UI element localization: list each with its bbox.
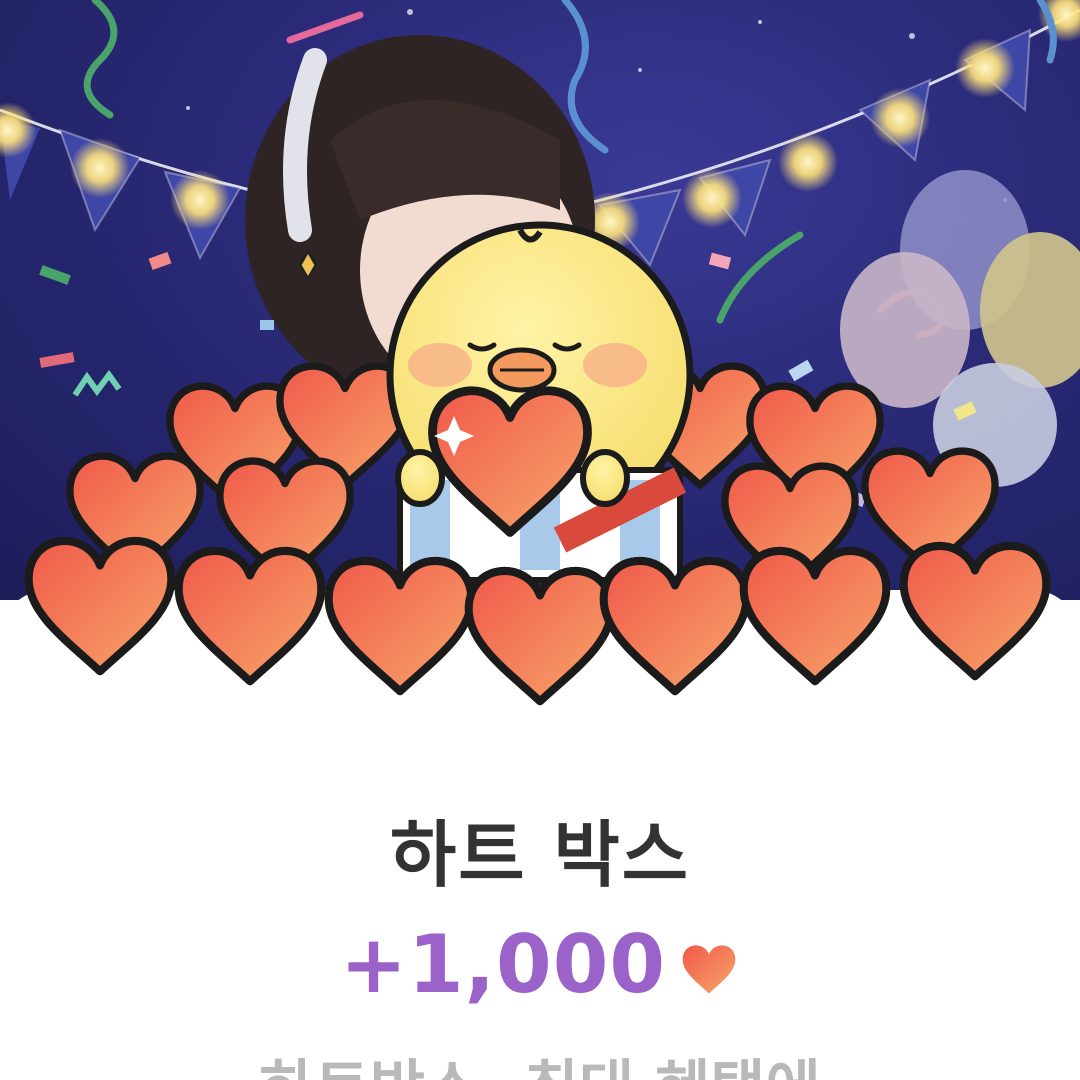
reward-title: 하트 박스 xyxy=(389,813,691,897)
reward-description: 하트박스, 최대 혜택에 xyxy=(0,1040,1080,1080)
reward-amount: +1,000 xyxy=(339,918,667,1011)
heart-pile-overlay xyxy=(0,0,1080,720)
reward-amount-row: +1,000 xyxy=(0,918,1080,1011)
heart-icon xyxy=(682,944,736,993)
